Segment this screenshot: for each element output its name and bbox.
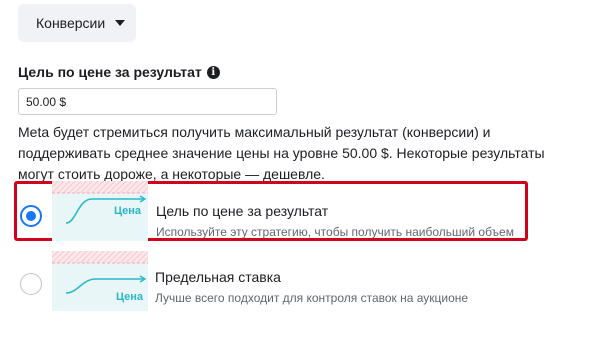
cost-per-result-label-text: Цель по цене за результат <box>18 64 202 80</box>
radio-button-selected[interactable] <box>20 205 42 227</box>
conversions-dropdown[interactable]: Конверсии <box>18 4 136 42</box>
option-subtitle: Используйте эту стратегию, чтобы получит… <box>156 225 514 239</box>
option-title: Цель по цене за результат <box>156 203 329 219</box>
radio-button[interactable] <box>20 273 42 295</box>
thumb-price-label: Цена <box>114 205 142 217</box>
option-subtitle: Лучше всего подходит для контроля ставок… <box>155 291 469 305</box>
cost-per-result-label: Цель по цене за результат i <box>18 64 220 80</box>
dropdown-label: Конверсии <box>36 15 106 31</box>
option-bid-cap[interactable]: Предельная ставка Лучше всего подходит д… <box>14 247 528 311</box>
option-title: Предельная ставка <box>155 269 281 285</box>
info-icon[interactable]: i <box>206 65 220 79</box>
thumb-price-label: Цена <box>116 291 144 303</box>
strategy-description: Meta будет стремиться получить максималь… <box>18 124 545 182</box>
option-cost-per-result[interactable]: Цель по цене за результат Используйте эт… <box>14 181 528 241</box>
cost-per-result-input[interactable] <box>18 88 277 115</box>
caret-down-icon <box>115 20 126 26</box>
